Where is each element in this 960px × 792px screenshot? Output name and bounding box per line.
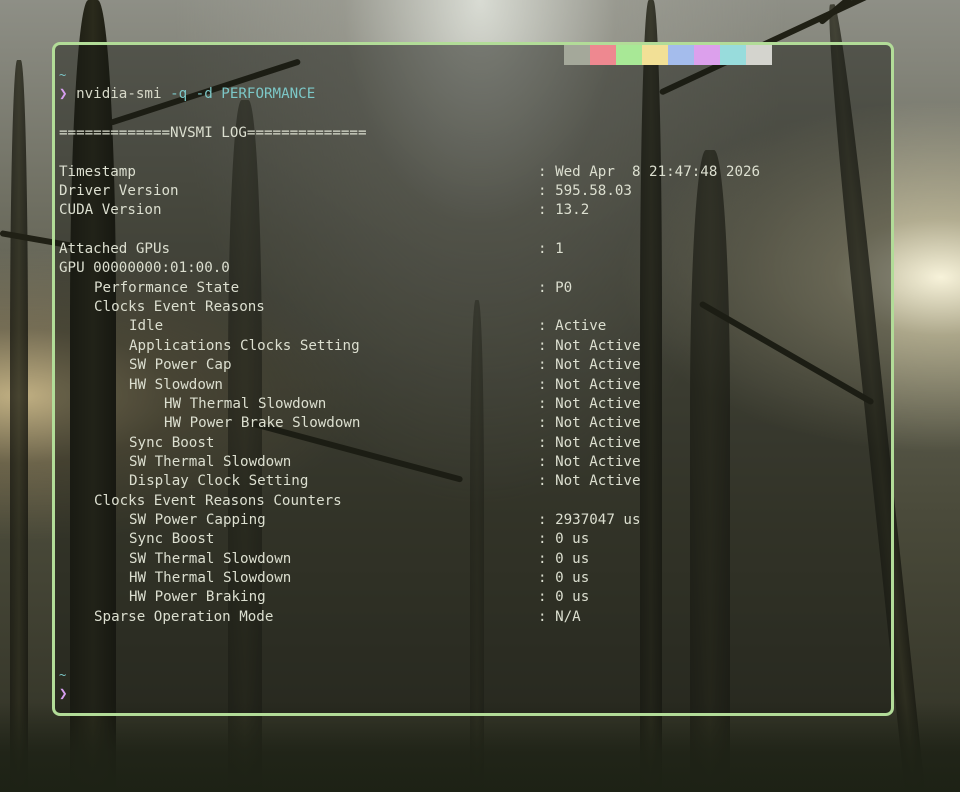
row-value: : 0 us bbox=[538, 550, 590, 567]
prompt-directory: ~ bbox=[59, 66, 879, 85]
row-label: Idle bbox=[129, 318, 164, 335]
row-value: : 2937047 us bbox=[538, 511, 641, 528]
output-row-clocks-event-reasons-counters: Clocks Event Reasons Counters bbox=[59, 492, 879, 511]
command-program: nvidia-smi bbox=[76, 86, 162, 103]
row-value: : Not Active bbox=[538, 337, 641, 354]
row-label: GPU 00000000:01:00.0 bbox=[59, 260, 230, 277]
row-value: : 595.58.03 bbox=[538, 183, 632, 200]
row-value: : Not Active bbox=[538, 453, 641, 470]
row-label: SW Power Cap bbox=[129, 357, 232, 374]
output-row-driver-version: Driver Version : 595.58.03 bbox=[59, 182, 879, 201]
row-label: Attached GPUs bbox=[59, 241, 171, 258]
command-line: ❯ nvidia-smi -q -d PERFORMANCE bbox=[59, 85, 879, 104]
row-value: : Not Active bbox=[538, 357, 641, 374]
output-row-attached-gpus: Attached GPUs : 1 bbox=[59, 240, 879, 259]
output-row-performance-state: Performance State : P0 bbox=[59, 279, 879, 298]
output-row-sw-power-cap: SW Power Cap : Not Active bbox=[59, 356, 879, 375]
home-directory-tilde: ~ bbox=[59, 667, 67, 682]
output-row-sync-boost-counter: Sync Boost : 0 us bbox=[59, 530, 879, 549]
row-label: CUDA Version bbox=[59, 202, 162, 219]
output-row-sync-boost: Sync Boost : Not Active bbox=[59, 434, 879, 453]
prompt-chevron-icon: ❯ bbox=[59, 686, 68, 702]
row-value: : Active bbox=[538, 318, 607, 335]
color-swatch bbox=[616, 45, 642, 65]
color-swatch bbox=[642, 45, 668, 65]
row-label: Clocks Event Reasons Counters bbox=[94, 492, 342, 509]
output-row-hw-power-braking-counter: HW Power Braking : 0 us bbox=[59, 588, 879, 607]
color-swatch bbox=[590, 45, 616, 65]
row-value: : Not Active bbox=[538, 434, 641, 451]
row-value: : N/A bbox=[538, 608, 581, 625]
tree-trunk bbox=[10, 60, 28, 792]
row-label: SW Thermal Slowdown bbox=[129, 453, 292, 470]
row-label: HW Power Braking bbox=[129, 589, 266, 606]
row-label: HW Thermal Slowdown bbox=[129, 569, 292, 586]
output-row-sparse-operation-mode: Sparse Operation Mode : N/A bbox=[59, 608, 879, 627]
output-row-gpu-id: GPU 00000000:01:00.0 bbox=[59, 259, 879, 278]
row-value: : 0 us bbox=[538, 531, 590, 548]
output-row-display-clock-setting: Display Clock Setting : Not Active bbox=[59, 472, 879, 491]
row-value: : 1 bbox=[538, 241, 564, 258]
output-row-clocks-event-reasons: Clocks Event Reasons bbox=[59, 298, 879, 317]
command-arguments: -q -d PERFORMANCE bbox=[170, 86, 316, 103]
output-row-hw-thermal-slowdown-counter: HW Thermal Slowdown : 0 us bbox=[59, 569, 879, 588]
row-label: HW Thermal Slowdown bbox=[164, 395, 327, 412]
row-value: : Not Active bbox=[538, 395, 641, 412]
color-swatch bbox=[694, 45, 720, 65]
output-row-sw-power-capping: SW Power Capping : 2937047 us bbox=[59, 511, 879, 530]
terminal-output[interactable]: ~ ❯ nvidia-smi -q -d PERFORMANCE =======… bbox=[59, 66, 879, 704]
row-value: : Wed Apr 8 21:47:48 2026 bbox=[538, 163, 761, 180]
row-value: : Not Active bbox=[538, 376, 641, 393]
output-row-sw-thermal-slowdown-counter: SW Thermal Slowdown : 0 us bbox=[59, 550, 879, 569]
row-value: : 0 us bbox=[538, 589, 590, 606]
color-swatch bbox=[668, 45, 694, 65]
color-swatch bbox=[746, 45, 772, 65]
row-label: SW Thermal Slowdown bbox=[129, 550, 292, 567]
input-prompt-line[interactable]: ❯ bbox=[59, 685, 879, 704]
color-swatch bbox=[564, 45, 590, 65]
log-header: =============NVSMI LOG============== bbox=[59, 124, 879, 143]
row-label: HW Slowdown bbox=[129, 376, 223, 393]
output-row-cuda-version: CUDA Version : 13.2 bbox=[59, 201, 879, 220]
row-label: Clocks Event Reasons bbox=[94, 299, 265, 316]
output-row-app-clocks-setting: Applications Clocks Setting : Not Active bbox=[59, 337, 879, 356]
row-label: Driver Version bbox=[59, 183, 179, 200]
home-directory-tilde: ~ bbox=[59, 68, 67, 82]
output-row-timestamp: Timestamp : Wed Apr 8 21:47:48 2026 bbox=[59, 163, 879, 182]
row-value: : 0 us bbox=[538, 569, 590, 586]
row-value: : 13.2 bbox=[538, 202, 590, 219]
output-row-hw-slowdown: HW Slowdown : Not Active bbox=[59, 376, 879, 395]
row-label: SW Power Capping bbox=[129, 511, 266, 528]
row-label: Sync Boost bbox=[129, 531, 215, 548]
row-label: HW Power Brake Slowdown bbox=[164, 415, 361, 432]
log-header-text: =============NVSMI LOG============== bbox=[59, 125, 367, 142]
prompt-chevron-icon: ❯ bbox=[59, 86, 68, 103]
prompt-directory: ~ bbox=[59, 666, 879, 685]
row-label: Display Clock Setting bbox=[129, 473, 309, 490]
row-label: Sync Boost bbox=[129, 434, 215, 451]
terminal-window[interactable]: ~ ❯ nvidia-smi -q -d PERFORMANCE =======… bbox=[52, 42, 894, 716]
color-palette-swatches bbox=[564, 45, 772, 65]
row-label: Sparse Operation Mode bbox=[94, 608, 274, 625]
color-swatch bbox=[720, 45, 746, 65]
row-label: Performance State bbox=[94, 279, 240, 296]
row-value: : Not Active bbox=[538, 415, 641, 432]
output-row-sw-thermal-slowdown: SW Thermal Slowdown : Not Active bbox=[59, 453, 879, 472]
row-label: Timestamp bbox=[59, 163, 136, 180]
output-row-idle: Idle : Active bbox=[59, 317, 879, 336]
output-row-hw-power-brake-slowdown: HW Power Brake Slowdown : Not Active bbox=[59, 414, 879, 433]
row-value: : P0 bbox=[538, 279, 573, 296]
row-value: : Not Active bbox=[538, 473, 641, 490]
row-label: Applications Clocks Setting bbox=[129, 337, 360, 354]
output-row-hw-thermal-slowdown: HW Thermal Slowdown : Not Active bbox=[59, 395, 879, 414]
